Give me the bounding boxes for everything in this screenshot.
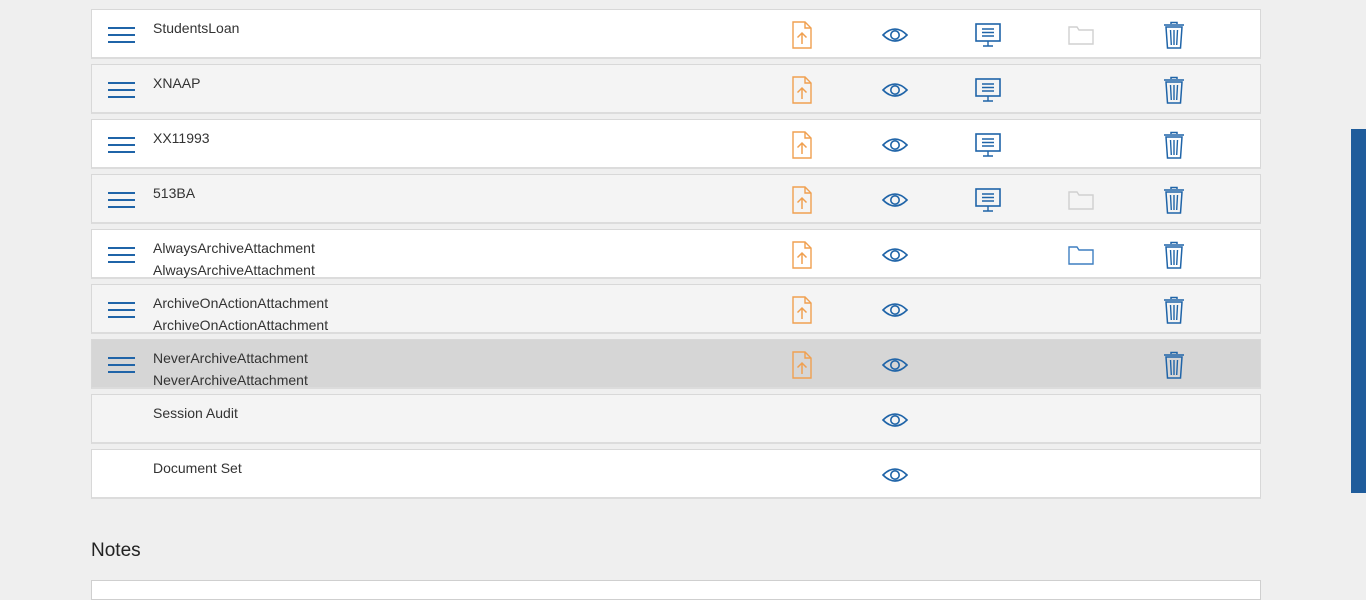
item-title: Session Audit: [153, 405, 238, 421]
notes-heading: Notes: [91, 540, 141, 561]
item-title: XNAAP: [153, 75, 201, 91]
eye-icon[interactable]: [880, 20, 910, 50]
list-item[interactable]: Document Set: [91, 449, 1261, 499]
eye-icon[interactable]: [880, 185, 910, 215]
eye-icon[interactable]: [880, 295, 910, 325]
item-title: 513BA: [153, 185, 196, 201]
list-item[interactable]: XX11993: [91, 119, 1261, 169]
presentation-icon[interactable]: [973, 20, 1003, 50]
item-subtitle: AlwaysArchiveAttachment: [153, 262, 315, 278]
presentation-icon[interactable]: [973, 185, 1003, 215]
presentation-icon[interactable]: [973, 130, 1003, 160]
upload-file-icon[interactable]: [787, 240, 817, 270]
trash-icon[interactable]: [1159, 350, 1189, 380]
item-name: XNAAP: [153, 72, 200, 94]
drag-handle-icon[interactable]: [108, 302, 135, 320]
folder-icon: [1066, 185, 1096, 215]
folder-icon: [1066, 20, 1096, 50]
folder-icon[interactable]: [1066, 240, 1096, 270]
upload-file-icon[interactable]: [787, 20, 817, 50]
trash-icon[interactable]: [1159, 295, 1189, 325]
upload-file-icon[interactable]: [787, 75, 817, 105]
eye-icon[interactable]: [880, 405, 910, 435]
trash-icon[interactable]: [1159, 240, 1189, 270]
list-item[interactable]: StudentsLoan: [91, 9, 1261, 59]
trash-icon[interactable]: [1159, 75, 1189, 105]
list-item[interactable]: NeverArchiveAttachment NeverArchiveAttach…: [91, 339, 1261, 389]
item-name: XX11993: [153, 127, 210, 149]
item-subtitle: ArchiveOnActionAttachment: [153, 317, 329, 333]
item-title: StudentsLoan: [153, 20, 240, 36]
trash-icon[interactable]: [1159, 185, 1189, 215]
upload-file-icon[interactable]: [787, 295, 817, 325]
item-subtitle: NeverArchiveAttachment: [153, 372, 308, 388]
upload-file-icon[interactable]: [787, 350, 817, 380]
list-item[interactable]: ArchiveOnActionAttachment ArchiveOnAction…: [91, 284, 1261, 334]
eye-icon[interactable]: [880, 75, 910, 105]
notes-box[interactable]: [91, 580, 1261, 600]
drag-handle-icon[interactable]: [108, 137, 135, 155]
eye-icon[interactable]: [880, 130, 910, 160]
drag-handle-icon[interactable]: [108, 27, 135, 45]
trash-icon[interactable]: [1159, 20, 1189, 50]
drag-handle-icon[interactable]: [108, 247, 135, 265]
item-name: AlwaysArchiveAttachment AlwaysArchiveAtta…: [153, 237, 315, 281]
scrollbar[interactable]: [1351, 129, 1366, 493]
eye-icon[interactable]: [880, 460, 910, 490]
upload-file-icon[interactable]: [787, 130, 817, 160]
drag-handle-icon[interactable]: [108, 357, 135, 375]
eye-icon[interactable]: [880, 240, 910, 270]
presentation-icon[interactable]: [973, 75, 1003, 105]
item-name: ArchiveOnActionAttachment ArchiveOnAction…: [153, 292, 328, 336]
item-name: StudentsLoan: [153, 17, 239, 39]
item-name: Document Set: [153, 457, 242, 479]
item-name: 513BA: [153, 182, 195, 204]
attachment-list: StudentsLoan XNAAP XX11993 513BA AlwaysArchi…: [91, 9, 1261, 504]
item-title: XX11993: [153, 130, 210, 146]
item-title: NeverArchiveAttachment: [153, 350, 308, 366]
item-title: ArchiveOnActionAttachment: [153, 295, 329, 311]
drag-handle-icon[interactable]: [108, 82, 135, 100]
list-item[interactable]: Session Audit: [91, 394, 1261, 444]
upload-file-icon[interactable]: [787, 185, 817, 215]
item-name: NeverArchiveAttachment NeverArchiveAttach…: [153, 347, 308, 391]
item-name: Session Audit: [153, 402, 238, 424]
list-item[interactable]: XNAAP: [91, 64, 1261, 114]
item-title: AlwaysArchiveAttachment: [153, 240, 315, 256]
item-title: Document Set: [153, 460, 242, 476]
eye-icon[interactable]: [880, 350, 910, 380]
list-item[interactable]: 513BA: [91, 174, 1261, 224]
trash-icon[interactable]: [1159, 130, 1189, 160]
list-item[interactable]: AlwaysArchiveAttachment AlwaysArchiveAtta…: [91, 229, 1261, 279]
drag-handle-icon[interactable]: [108, 192, 135, 210]
